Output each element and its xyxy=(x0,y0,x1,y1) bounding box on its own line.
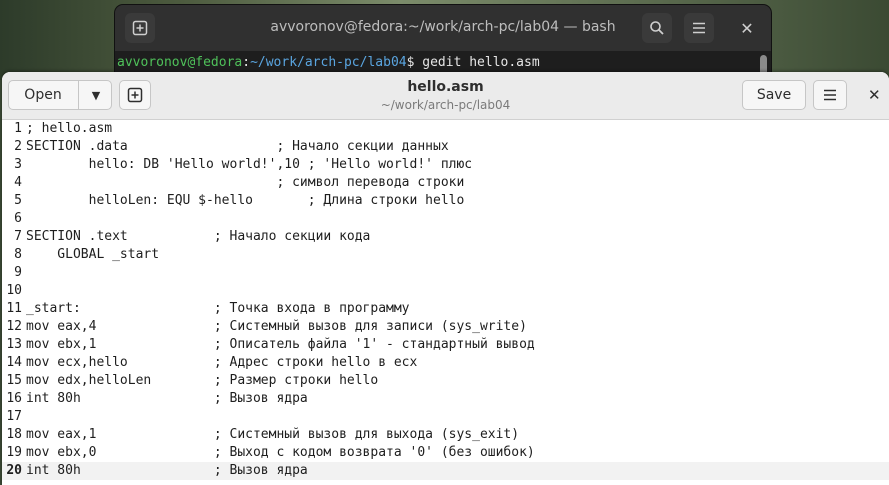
code-line[interactable]: 15 mov edx,helloLen ; Размер строки hello xyxy=(2,372,889,390)
line-text: int 80h ; Вызов ядра xyxy=(26,391,308,406)
line-text: ; hello.asm xyxy=(26,121,113,136)
line-number: 16 xyxy=(6,391,22,406)
line-number: 10 xyxy=(6,283,22,298)
line-text: mov eax,4 ; Системный вызов для записи (… xyxy=(26,319,527,334)
prompt-path: ~/work/arch-pc/lab04 xyxy=(250,55,407,70)
close-icon[interactable]: ✕ xyxy=(868,86,881,104)
line-number: 8 xyxy=(14,247,22,262)
terminal-prompt-line[interactable]: avvoronov@fedora:~/work/arch-pc/lab04$ g… xyxy=(117,55,540,70)
save-button[interactable]: Save xyxy=(742,80,806,110)
line-text: helloLen: EQU $-hello ; Длина строки hel… xyxy=(26,193,465,208)
code-line[interactable]: 16 int 80h ; Вызов ядра xyxy=(2,390,889,408)
line-number: 6 xyxy=(14,211,22,226)
line-number: 11 xyxy=(6,301,22,316)
code-line[interactable]: 11 _start: ; Точка входа в программу xyxy=(2,300,889,318)
code-line[interactable]: 3 hello: DB 'Hello world!',10 ; 'Hello w… xyxy=(2,156,889,174)
code-line[interactable]: 14 mov ecx,hello ; Адрес строки hello в e… xyxy=(2,354,889,372)
prompt-user: avvoronov@fedora xyxy=(117,55,243,70)
code-line[interactable]: 5 helloLen: EQU $-hello ; Длина строки h… xyxy=(2,192,889,210)
gedit-window: Open ▼ hello.asm ~/work/arch-pc/lab04 Sa… xyxy=(2,72,889,485)
line-number: 14 xyxy=(6,355,22,370)
code-line[interactable]: 1 ; hello.asm xyxy=(2,120,889,138)
line-number: 17 xyxy=(6,409,22,424)
line-number: 7 xyxy=(14,229,22,244)
code-line[interactable]: 10 xyxy=(2,282,889,300)
line-number: 15 xyxy=(6,373,22,388)
line-text: SECTION .data ; Начало секции данных xyxy=(26,139,449,154)
search-icon[interactable] xyxy=(642,13,672,43)
line-number: 5 xyxy=(14,193,22,208)
line-number: 4 xyxy=(14,175,22,190)
line-text: ; символ перевода строки xyxy=(26,175,465,190)
code-line[interactable]: 9 xyxy=(2,264,889,282)
code-line[interactable]: 13 mov ebx,1 ; Описатель файла '1' - стан… xyxy=(2,336,889,354)
line-text: SECTION .text ; Начало секции кода xyxy=(26,229,371,244)
code-line[interactable]: 7 SECTION .text ; Начало секции кода xyxy=(2,228,889,246)
code-line[interactable]: 20 int 80h ; Вызов ядра xyxy=(2,462,889,480)
code-line[interactable]: 12 mov eax,4 ; Системный вызов для записи… xyxy=(2,318,889,336)
prompt-symbol: $ xyxy=(406,55,423,70)
line-number: 9 xyxy=(14,265,22,280)
code-line[interactable]: 17 xyxy=(2,408,889,426)
line-text: hello: DB 'Hello world!',10 ; 'Hello wor… xyxy=(26,157,473,172)
hamburger-menu-icon[interactable] xyxy=(684,13,714,43)
prompt-separator: : xyxy=(242,55,251,70)
line-number: 19 xyxy=(6,445,22,460)
line-text: mov ecx,hello ; Адрес строки hello в ecx xyxy=(26,355,418,370)
gedit-header-bar: Open ▼ hello.asm ~/work/arch-pc/lab04 Sa… xyxy=(2,72,889,120)
code-line[interactable]: 4 ; символ перевода строки xyxy=(2,174,889,192)
line-number: 18 xyxy=(6,427,22,442)
hamburger-menu-button[interactable] xyxy=(813,80,847,110)
terminal-header-bar: avvoronov@fedora:~/work/arch-pc/lab04 — … xyxy=(115,5,771,51)
line-number: 1 xyxy=(14,121,22,136)
line-text: mov ebx,0 ; Выход с кодом возврата '0' (… xyxy=(26,445,535,460)
code-line[interactable]: 8 GLOBAL _start xyxy=(2,246,889,264)
close-icon[interactable]: ✕ xyxy=(732,13,762,43)
terminal-command: gedit hello.asm xyxy=(422,55,540,70)
line-number: 13 xyxy=(6,337,22,352)
code-line[interactable]: 6 xyxy=(2,210,889,228)
line-number: 3 xyxy=(14,157,22,172)
code-editor[interactable]: 1 ; hello.asm 2 SECTION .data ; Начало секц… xyxy=(2,120,889,485)
code-line[interactable]: 18 mov eax,1 ; Системный вызов для выхода… xyxy=(2,426,889,444)
line-number: 2 xyxy=(14,139,22,154)
terminal-title: avvoronov@fedora:~/work/arch-pc/lab04 — … xyxy=(270,19,616,35)
hamburger-menu-icon xyxy=(824,89,836,101)
line-text: _start: ; Точка входа в программу xyxy=(26,301,410,316)
code-line[interactable]: 2 SECTION .data ; Начало секции данных xyxy=(2,138,889,156)
line-number: 20 xyxy=(6,463,22,478)
line-number: 12 xyxy=(6,319,22,334)
line-text: mov eax,1 ; Системный вызов для выхода (… xyxy=(26,427,520,442)
line-text: int 80h ; Вызов ядра xyxy=(26,463,308,478)
code-line[interactable]: 19 mov ebx,0 ; Выход с кодом возврата '0'… xyxy=(2,444,889,462)
line-text: GLOBAL _start xyxy=(26,247,160,262)
line-text: mov ebx,1 ; Описатель файла '1' - станда… xyxy=(26,337,535,352)
line-text: mov edx,helloLen ; Размер строки hello xyxy=(26,373,379,388)
